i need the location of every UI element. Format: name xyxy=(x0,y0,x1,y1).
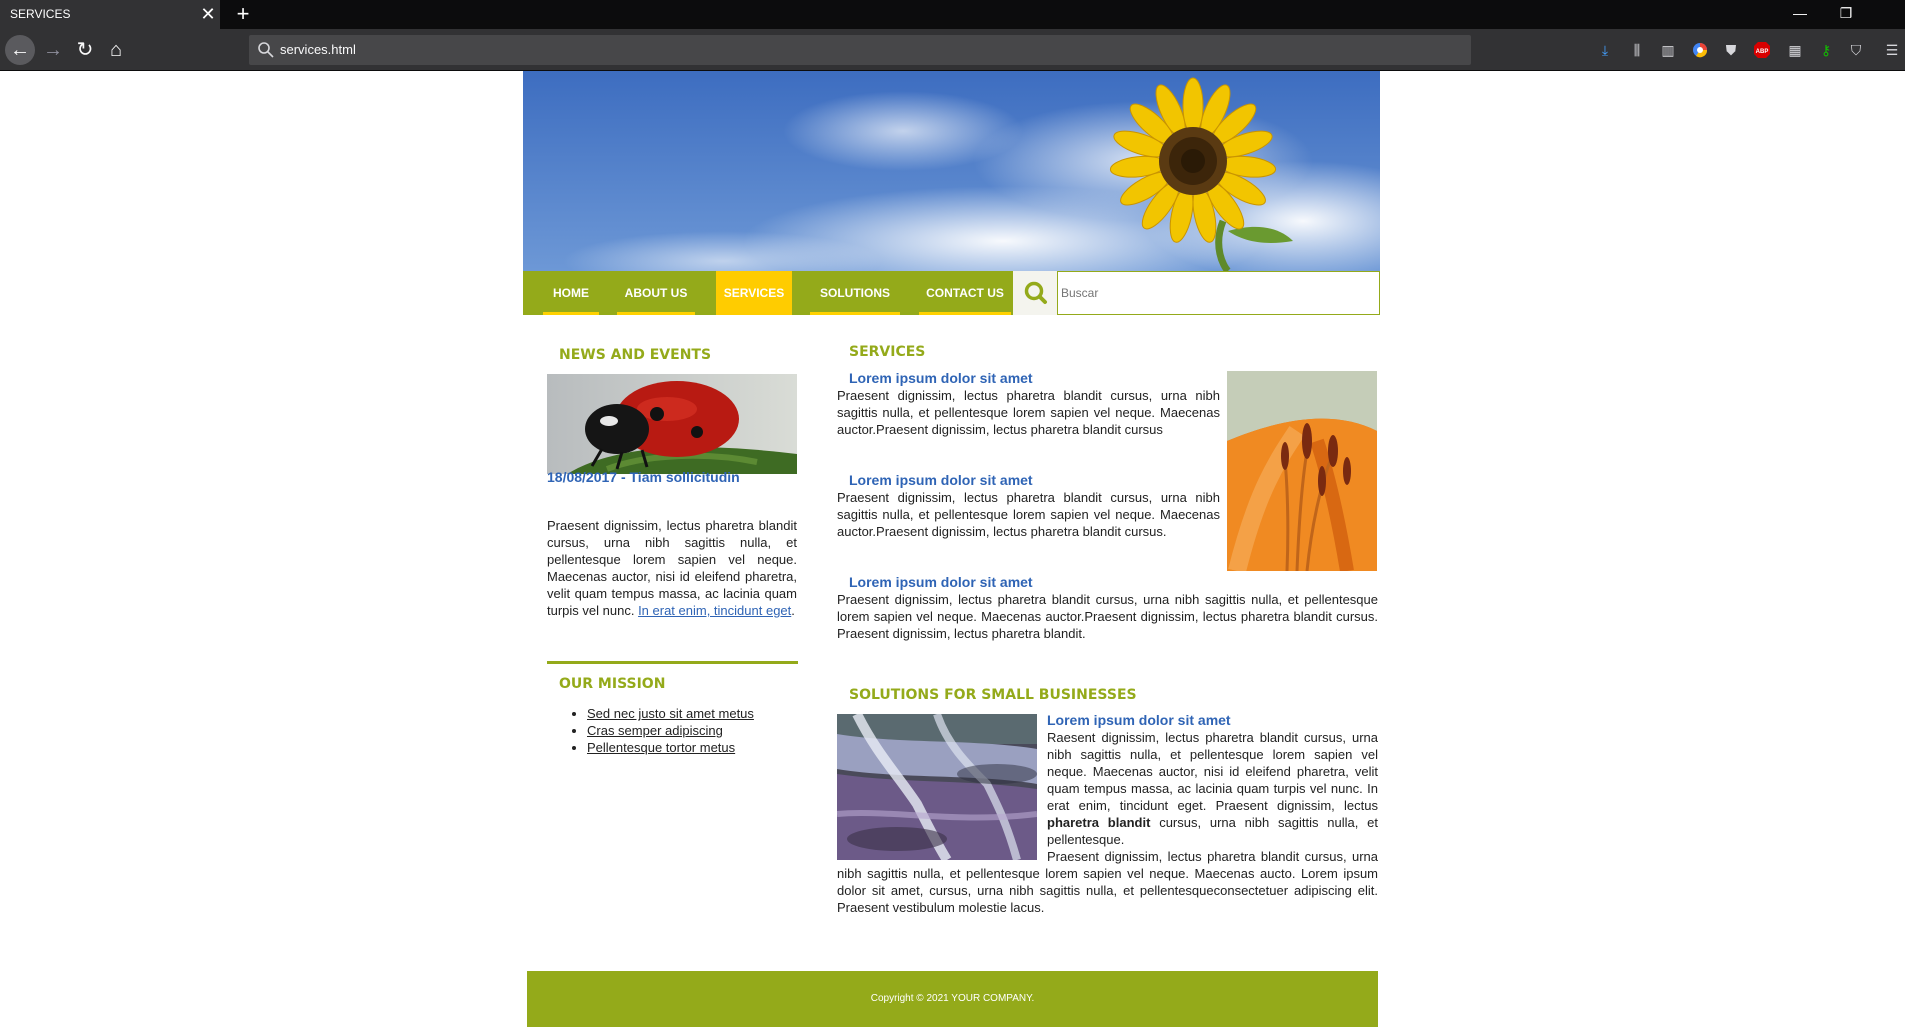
sidebar-divider xyxy=(547,661,798,664)
forward-arrow-icon[interactable]: → xyxy=(38,35,68,65)
key-icon[interactable]: ⚷ xyxy=(1816,40,1836,60)
solutions-title: Lorem ipsum dolor sit amet xyxy=(1047,712,1231,728)
services-heading: SERVICES xyxy=(849,344,926,360)
service-title: Lorem ipsum dolor sit amet xyxy=(849,472,1033,488)
copyright-text: Copyright © 2021 YOUR COMPANY. xyxy=(870,993,1035,1004)
service-text: Praesent dignissim, lectus pharetra blan… xyxy=(837,592,1378,641)
download-icon[interactable]: ⤓ xyxy=(1595,40,1615,60)
adblock-icon[interactable]: ABP xyxy=(1752,40,1772,60)
library-icon[interactable]: ⫼ xyxy=(1627,40,1647,60)
address-bar[interactable]: services.html xyxy=(249,35,1471,65)
nav-home[interactable]: HOME xyxy=(543,271,599,315)
header-banner xyxy=(523,71,1380,271)
ladybug-image xyxy=(547,374,797,474)
nav-underline xyxy=(919,312,1011,315)
nav-services[interactable]: SERVICES xyxy=(716,271,792,315)
list-item: Cras semper adipiscing xyxy=(587,722,754,739)
sidebar-icon[interactable]: ▥ xyxy=(1658,40,1678,60)
shield-icon[interactable]: ⛉ xyxy=(1846,40,1866,60)
waterfall-image xyxy=(837,714,1037,860)
solutions-text: Raesent dignissim, lectus pharetra bland… xyxy=(1047,730,1378,847)
home-icon[interactable]: ⌂ xyxy=(101,35,131,65)
nav-underline xyxy=(543,312,599,315)
mission-link[interactable]: Cras semper adipiscing xyxy=(587,723,723,738)
solutions-heading: SOLUTIONS FOR SMALL BUSINESSES xyxy=(849,687,1137,703)
mission-link[interactable]: Sed nec justo sit amet metus xyxy=(587,706,754,721)
news-link[interactable]: In erat enim, tincidunt eget xyxy=(638,603,791,618)
nav-underline xyxy=(617,312,695,315)
navigation-toolbar: ← → ↻ ⌂ services.html ⤓ ⫼ ▥ ⛊ ABP ▦ ⚷ ⛉ … xyxy=(0,29,1905,71)
nav-about-us[interactable]: ABOUT US xyxy=(617,271,695,315)
menu-icon[interactable]: ☰ xyxy=(1882,40,1902,60)
back-arrow-icon[interactable]: ← xyxy=(5,35,35,65)
news-heading: NEWS AND EVENTS xyxy=(559,347,712,363)
service-title: Lorem ipsum dolor sit amet xyxy=(849,574,1033,590)
shield-icon[interactable]: ⛊ xyxy=(1721,40,1741,60)
list-item: Sed nec justo sit amet metus xyxy=(587,705,754,722)
nav-underline xyxy=(810,312,900,315)
list-item: Pellentesque tortor metus xyxy=(587,739,754,756)
extension-icon[interactable]: ▦ xyxy=(1785,40,1805,60)
browser-tab[interactable]: SERVICES xyxy=(0,0,220,29)
footer: Copyright © 2021 YOUR COMPANY. xyxy=(527,971,1378,1027)
minimize-icon[interactable]: — xyxy=(1777,0,1823,29)
service-title: Lorem ipsum dolor sit amet xyxy=(849,370,1033,386)
service-text: Praesent dignissim, lectus pharetra blan… xyxy=(837,388,1220,437)
nav-contact-us[interactable]: CONTACT US xyxy=(919,271,1011,315)
nav-solutions[interactable]: SOLUTIONS xyxy=(810,271,900,315)
search-input[interactable] xyxy=(1057,271,1380,315)
mission-link[interactable]: Pellentesque tortor metus xyxy=(587,740,735,755)
mission-heading: OUR MISSION xyxy=(559,676,666,692)
solutions-text-continued: Praesent dignissim, lectus pharetra blan… xyxy=(837,849,1378,915)
news-title: 18/08/2017 - Tiam sollicitudin xyxy=(547,469,740,485)
close-icon[interactable]: ✕ xyxy=(196,0,220,29)
reload-icon[interactable]: ↻ xyxy=(70,35,100,65)
tab-title: SERVICES xyxy=(10,7,71,21)
tab-strip: SERVICES ✕ + — ❐ xyxy=(0,0,1905,29)
service-text: Praesent dignissim, lectus pharetra blan… xyxy=(837,490,1220,539)
lily-image xyxy=(1227,371,1377,571)
plus-icon[interactable]: + xyxy=(230,0,256,29)
search-icon xyxy=(1024,281,1047,304)
search-icon xyxy=(258,42,274,58)
news-text: Praesent dignissim, lectus pharetra blan… xyxy=(547,518,797,618)
svg-text:ABP: ABP xyxy=(1756,49,1769,55)
restore-icon[interactable]: ❐ xyxy=(1823,0,1869,29)
search-button[interactable] xyxy=(1013,271,1059,315)
main-menu: HOME ABOUT US SERVICES SOLUTIONS CONTACT… xyxy=(523,271,1013,315)
mission-list: Sed nec justo sit amet metus Cras semper… xyxy=(587,705,754,756)
extension-icon[interactable] xyxy=(1690,40,1710,60)
url-text: services.html xyxy=(280,42,356,57)
